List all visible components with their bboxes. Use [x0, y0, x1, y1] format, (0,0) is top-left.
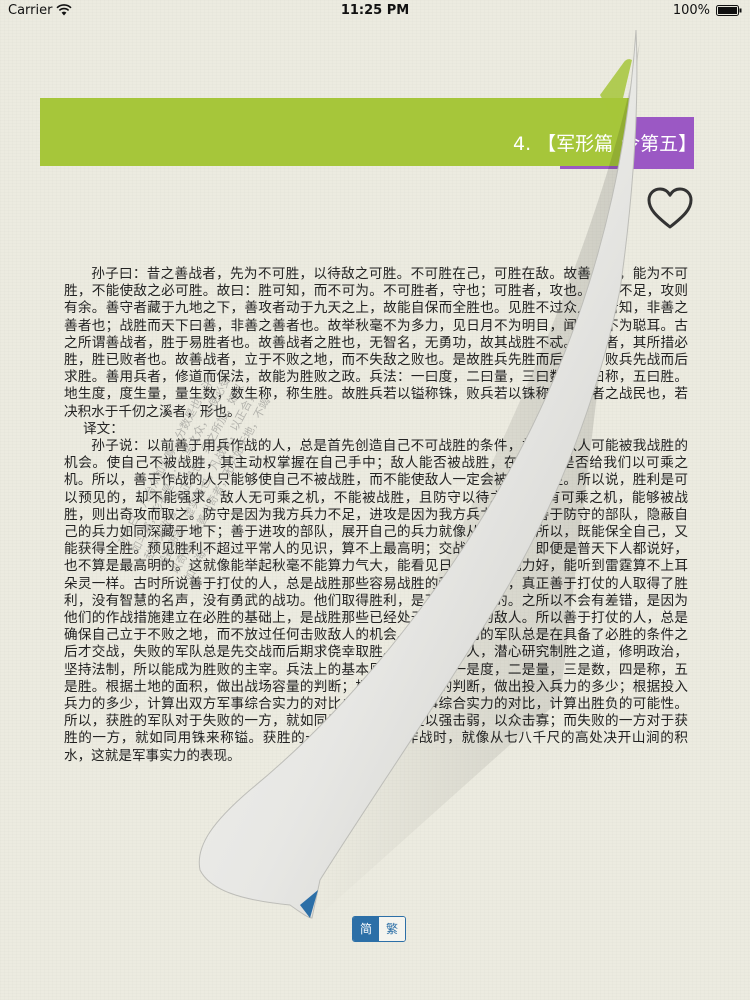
- battery-icon: [716, 5, 742, 16]
- script-toggle[interactable]: 简 繁: [352, 916, 406, 942]
- chapter-title-tail: 令第五】: [621, 133, 698, 155]
- chapter-title-main: 4. 【军形篇: [513, 133, 614, 155]
- simplified-button[interactable]: 简: [353, 917, 379, 941]
- original-text: 孙子曰：昔之善战者，先为不可胜，以待敌之可胜。不可胜在己，可胜在敌。故善战者，能…: [64, 266, 688, 420]
- battery-percent: 100%: [672, 3, 710, 18]
- status-time: 11:25 PM: [340, 3, 410, 18]
- translation-label: 译文：: [83, 420, 124, 437]
- heart-outline-icon[interactable]: [646, 186, 694, 230]
- chapter-title: 4. 【军形篇 令第五】: [513, 129, 697, 156]
- traditional-button[interactable]: 繁: [379, 917, 405, 941]
- status-bar: Carrier 11:25 PM 100%: [0, 0, 750, 22]
